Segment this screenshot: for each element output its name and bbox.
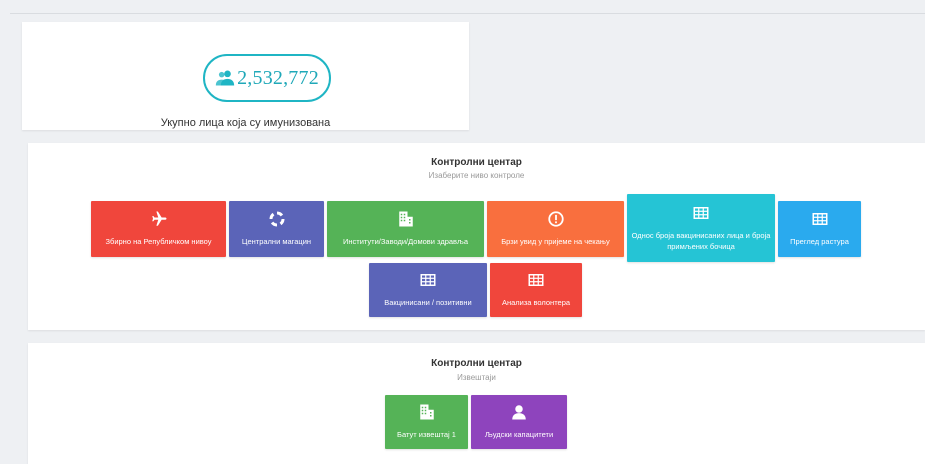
- immunized-count-pill: 2,532,772: [203, 54, 331, 102]
- tile-label: Преглед растура: [790, 237, 849, 247]
- tile-distribution-overview[interactable]: Преглед растура: [778, 201, 861, 257]
- immunized-count: 2,532,772: [237, 66, 319, 89]
- reports-center-subtitle: Извештаји: [457, 373, 496, 382]
- grid-icon: [528, 274, 544, 287]
- tile-central-warehouse[interactable]: Централни магацин: [229, 201, 324, 257]
- top-divider: [10, 13, 925, 14]
- tile-label: Анализа волонтера: [501, 298, 571, 308]
- tile-label: Збирно на Републичком нивоу: [105, 237, 212, 247]
- immunized-caption: Укупно лица која су имунизована: [160, 117, 331, 129]
- grid-icon: [812, 213, 827, 226]
- control-center-card: Контролни центар Изаберите ниво контроле…: [28, 143, 925, 330]
- airplane-icon: [151, 211, 166, 227]
- building-icon: [398, 211, 413, 227]
- tile-human-resources[interactable]: Људски капацитети: [471, 395, 567, 449]
- alert-circle-icon: [547, 211, 564, 228]
- grid-icon: [693, 207, 709, 220]
- tile-republic-level[interactable]: Збирно на Републичком нивоу: [91, 201, 226, 257]
- control-center-subtitle: Изаберите ниво контроле: [428, 171, 525, 180]
- grid-icon: [420, 274, 436, 287]
- person-icon: [512, 405, 526, 420]
- tile-institutes[interactable]: Институти/Заводи/Домови здравља: [327, 201, 484, 257]
- people-icon: [215, 70, 235, 86]
- tile-pending-receipts[interactable]: Брзи увид у пријеме на чекању: [487, 201, 624, 257]
- tile-volunteer-analysis[interactable]: Анализа волонтера: [490, 263, 582, 317]
- tile-label: Брзи увид у пријеме на чекању: [501, 237, 610, 247]
- tile-label: Батут извештај 1: [397, 430, 456, 440]
- immunized-stat-card: 2,532,772 Укупно лица која су имунизован…: [22, 22, 469, 130]
- tile-vaccinated-positive[interactable]: Вакцинисани / позитивни: [369, 263, 487, 317]
- tile-vaccinated-vs-vials[interactable]: Однос броја вакцинисаних лица и броја пр…: [627, 194, 775, 262]
- reports-center-title: Контролни центар: [431, 358, 522, 369]
- tile-batut-report[interactable]: Батут извештај 1: [385, 395, 468, 449]
- tile-label: Однос броја вакцинисаних лица и броја пр…: [631, 231, 771, 251]
- control-center-title: Контролни центар: [431, 157, 522, 168]
- tile-label: Вакцинисани / позитивни: [384, 298, 472, 308]
- reports-center-card: Контролни центар Извештаји Батут извешта…: [28, 343, 925, 464]
- tile-label: Људски капацитети: [484, 430, 554, 440]
- tile-label: Институти/Заводи/Домови здравља: [342, 237, 468, 247]
- lifebuoy-icon: [269, 211, 284, 227]
- tile-label: Централни магацин: [241, 237, 312, 247]
- building-icon: [419, 404, 434, 420]
